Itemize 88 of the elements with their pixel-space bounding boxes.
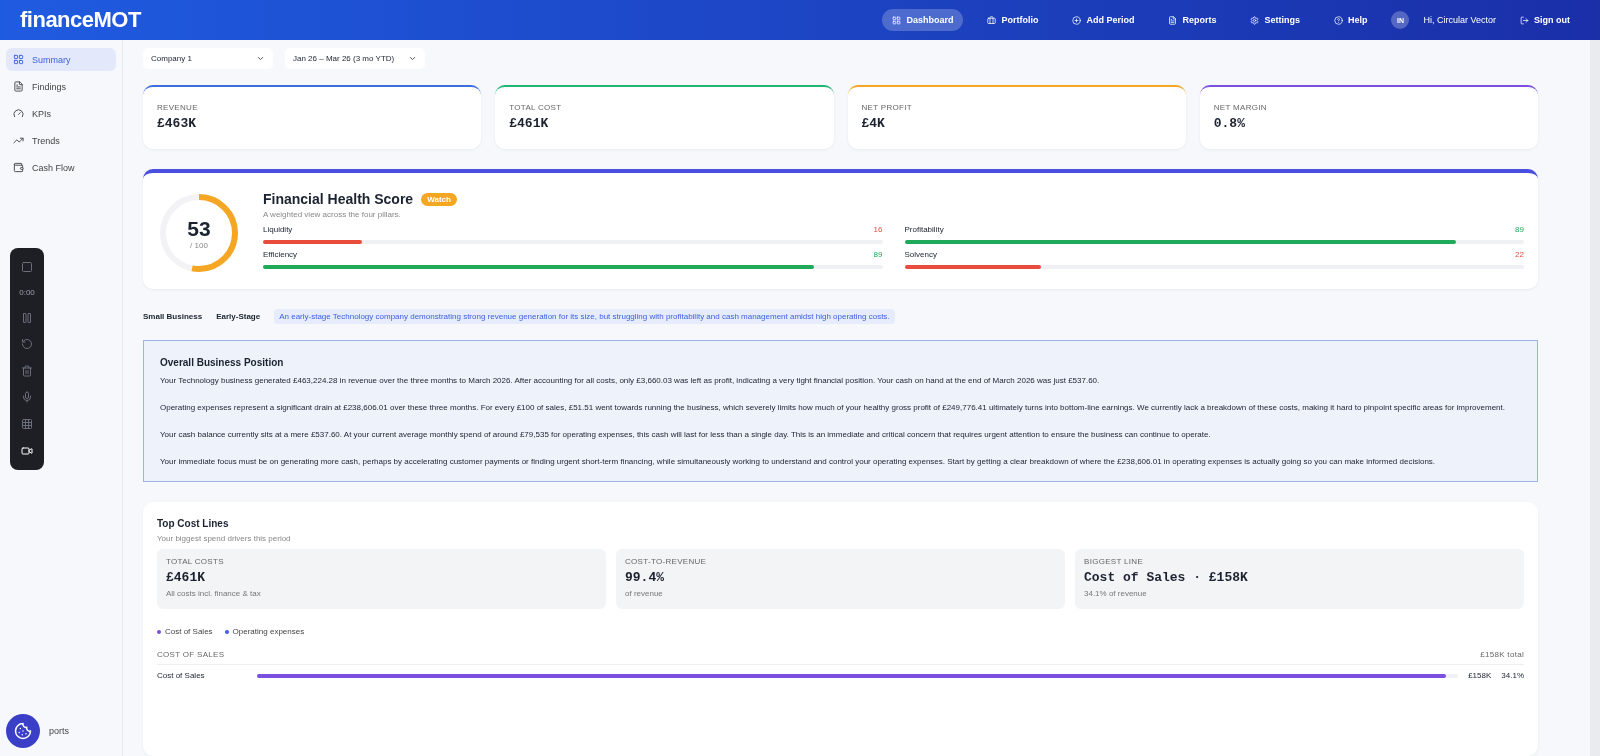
chevron-down-icon — [256, 54, 265, 63]
grid-icon — [892, 15, 902, 25]
plus-circle-icon — [1072, 15, 1082, 25]
sign-out-link[interactable]: Sign out — [1510, 9, 1580, 31]
kpi-value: £463K — [157, 116, 197, 131]
nav-link[interactable]: Dashboard — [882, 9, 964, 31]
grid-icon[interactable] — [21, 418, 33, 431]
pillar-score: 89 — [873, 250, 883, 259]
kpi-value: £461K — [509, 116, 550, 131]
help-icon — [1333, 15, 1343, 25]
pillar-name: Liquidity — [263, 225, 293, 234]
group-title: COST OF SALES — [157, 650, 225, 659]
nav-link[interactable]: Portfolio — [977, 9, 1049, 31]
sidebar-item[interactable]: Cash Flow — [6, 156, 116, 179]
card-title: Top Cost Lines — [157, 518, 230, 529]
cookie-button[interactable] — [6, 714, 40, 748]
sidebar-item[interactable]: KPIs — [6, 102, 116, 125]
kpi-label: NET PROFIT — [861, 103, 913, 112]
camera-icon[interactable] — [21, 444, 33, 457]
restart-icon[interactable] — [21, 338, 33, 351]
dropdown[interactable]: Jan 26 – Mar 26 (3 mo YTD) — [285, 48, 426, 69]
tag: Early-Stage — [216, 312, 261, 321]
nav-link[interactable]: Settings — [1240, 9, 1310, 31]
settings-icon — [1250, 15, 1260, 25]
paragraph: Your Technology business generated £463,224.28 in revenue over the three months to March 2026. After accounting for all costs, only £3,660.03 was left as profit, indicating a very tight financial position. Your cash on hand at the end of March 2026 was just £537.60. — [160, 375, 1101, 387]
sidebar-item[interactable]: ports — [42, 720, 76, 742]
legend-label: Cost of Sales — [165, 627, 213, 636]
microphone-icon[interactable] — [21, 391, 33, 404]
paragraph: Your cash balance currently sits at a mere £537.60. At your current average monthly spend of around £79,535 for operating expenses, this cash will last for less than a single day. This is an immediate and critical concern that requires urgent attention to ensure the business can continue to operate. — [160, 429, 1212, 441]
dropdown[interactable]: Company 1 — [143, 48, 273, 69]
nav-link[interactable]: Help — [1323, 9, 1378, 31]
stat-value: 99.4% — [625, 570, 665, 585]
stat-value: £461K — [166, 570, 206, 585]
pillar-score: 22 — [1515, 250, 1524, 259]
stat-label: TOTAL COSTS — [166, 557, 225, 566]
pillar-name: Profitability — [904, 225, 944, 234]
trend-icon — [13, 135, 24, 146]
sidebar-item[interactable]: Summary — [6, 48, 116, 71]
kpi-label: TOTAL COST — [509, 103, 563, 112]
nav-link[interactable]: Add Period — [1062, 9, 1145, 31]
gauge-icon — [13, 108, 24, 119]
cookie-icon — [14, 722, 32, 740]
user-greeting: Hi, Circular Vector — [1423, 15, 1496, 25]
stop-icon[interactable] — [21, 261, 33, 274]
pillar-name: Solvency — [904, 250, 937, 259]
paragraph: Your immediate focus must be on generating more cash, perhaps by accelerating customer payments or finding urgent short-term financing, while simultaneously working to understand and control your operating expenses. Start by getting a clear breakdown of where the £238,606.01 in operating expenses is actually going so you can make informed decisions. — [160, 456, 1437, 468]
stat-note: 34.1% of revenue — [1084, 589, 1148, 598]
wallet-icon — [13, 162, 24, 173]
sign-out-icon — [1520, 15, 1529, 25]
kpi-label: NET MARGIN — [1213, 103, 1268, 112]
card-subtitle: Your biggest spend drivers this period — [157, 534, 292, 543]
kpi-value: £4K — [861, 116, 886, 131]
stat-label: COST-TO-REVENUE — [625, 557, 708, 566]
panel-title: Overall Business Position — [160, 357, 285, 368]
cost-share: 34.1% — [1501, 671, 1524, 680]
document-icon — [13, 81, 24, 92]
summary-tag: An early-stage Technology company demonstrating strong revenue generation for its size, but struggling with profitability and cash management amidst high operating costs. — [274, 309, 895, 324]
status-badge: Watch — [421, 192, 457, 206]
legend-label: Operating expenses — [232, 627, 305, 636]
stat-note: of revenue — [625, 589, 664, 598]
cost-amount: £158K — [1468, 671, 1492, 680]
nav-link[interactable]: Reports — [1158, 9, 1227, 31]
cost-line-name: Cost of Sales — [157, 671, 206, 680]
card-subtitle: A weighted view across the four pillars. — [263, 210, 402, 219]
stat-value: Cost of Sales · £158K — [1084, 570, 1249, 585]
briefcase-icon — [987, 15, 997, 25]
kpi-value: 0.8% — [1213, 116, 1246, 131]
recording-time: 0:00 — [19, 287, 35, 297]
group-total: £158K total — [1480, 650, 1524, 659]
sidebar-item[interactable]: Trends — [6, 129, 116, 152]
paragraph: Operating expenses represent a significant drain at £238,606.01 over these three months. For every £100 of sales, £51.51 went towards running the business, which severely limits how much of your healthy gross profit of £249,776.41 ultimately turns into bottom-line earnings. We currently lack a breakdown of these costs, making it hard to pinpoint specific areas for improvement. — [160, 402, 1506, 414]
stat-label: BIGGEST LINE — [1084, 557, 1145, 566]
pause-icon[interactable] — [21, 311, 33, 324]
pillar-score: 89 — [1515, 225, 1524, 234]
pillar-score: 16 — [873, 225, 883, 234]
pillar-name: Efficiency — [263, 250, 298, 259]
tag: Small Business — [143, 312, 203, 321]
logo[interactable]: financeMOT — [20, 7, 141, 33]
sidebar-item[interactable]: Findings — [6, 75, 116, 98]
stat-note: All costs incl. finance & tax — [166, 589, 262, 598]
score-value: 53 — [187, 216, 211, 241]
chevron-down-icon — [408, 54, 418, 63]
card-title: Financial Health Score — [263, 191, 414, 207]
document-icon — [1168, 15, 1178, 25]
kpi-label: REVENUE — [157, 103, 199, 112]
score-scale: / 100 — [190, 240, 208, 250]
trash-icon[interactable] — [21, 364, 33, 377]
grid-icon — [13, 54, 24, 65]
